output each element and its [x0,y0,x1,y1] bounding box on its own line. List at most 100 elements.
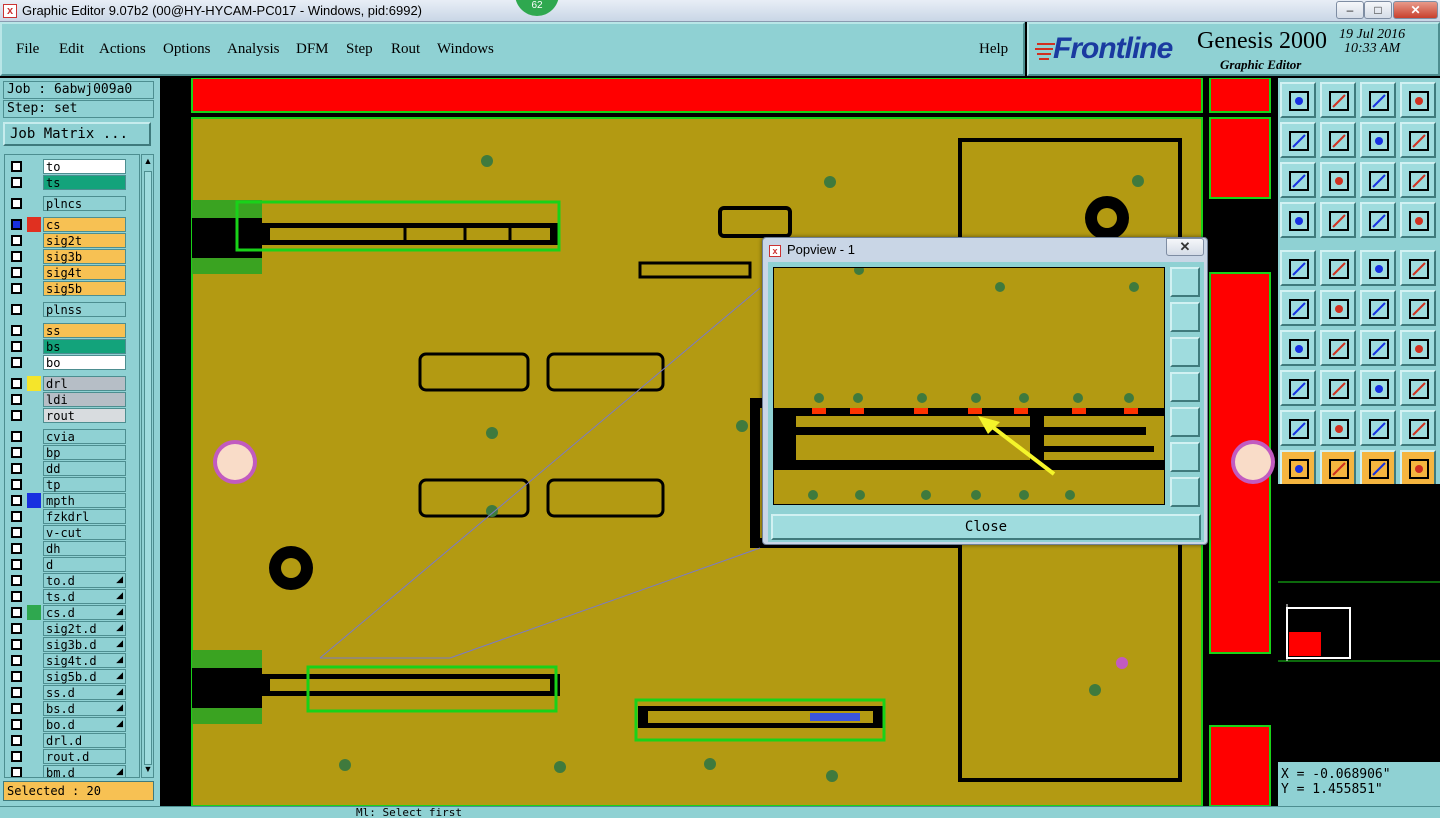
layer-name[interactable]: rout.d [43,749,126,764]
layer-row-ss[interactable]: ss [7,323,126,338]
menu-analysis[interactable]: Analysis [227,41,280,58]
layer-row-bm.d[interactable]: bm.d ◢ [7,765,126,777]
layer-swatch[interactable] [27,509,41,524]
layer-row-sig2t[interactable]: sig2t [7,233,126,248]
layer-row-to.d[interactable]: to.d ◢ [7,573,126,588]
layer-swatch[interactable] [27,265,41,280]
color-button[interactable] [1320,250,1356,286]
layer-row-bs.d[interactable]: bs.d ◢ [7,701,126,716]
layer-swatch[interactable] [27,159,41,174]
layer-name[interactable]: sig3b.d [43,637,126,652]
layer-row-cs[interactable]: cs [7,217,126,232]
rotate-button[interactable] [1400,122,1436,158]
layer-checkbox[interactable] [11,591,22,602]
select-pad-button[interactable] [1280,250,1316,286]
layer-swatch[interactable] [27,669,41,684]
layer-swatch[interactable] [27,196,41,211]
layer-swatch[interactable] [27,701,41,716]
menu-dfm[interactable]: DFM [296,41,329,58]
layer-checkbox[interactable] [11,410,22,421]
layer-row-sig5b.d[interactable]: sig5b.d ◢ [7,669,126,684]
layer-checkbox[interactable] [11,341,22,352]
layer-swatch[interactable] [27,477,41,492]
layer-name[interactable]: cs.d [43,605,126,620]
layer-name[interactable]: sig2t [43,233,126,248]
ratio-button[interactable] [1360,162,1396,198]
layer-name[interactable]: bm.d [43,765,126,777]
popview-zoom-in-button[interactable] [1170,267,1200,297]
layer-row-v-cut[interactable]: v-cut [7,525,126,540]
popview-close-x-button[interactable]: ✕ [1166,238,1204,256]
popview-center-button[interactable] [1170,477,1200,507]
ruler-button[interactable] [1360,250,1396,286]
layer-name[interactable]: fzkdrl [43,509,126,524]
menu-actions[interactable]: Actions [99,41,146,58]
popview-pan-down-button[interactable] [1170,337,1200,367]
popview-canvas[interactable] [773,267,1165,505]
layer-row-sig2t.d[interactable]: sig2t.d ◢ [7,621,126,636]
tri-a-button[interactable] [1280,410,1316,446]
layer-row-ss.d[interactable]: ss.d ◢ [7,685,126,700]
help-button[interactable] [1400,162,1436,198]
popview-fit-button[interactable] [1170,442,1200,472]
popview-close-button[interactable]: Close [771,514,1201,540]
layer-swatch[interactable] [27,281,41,296]
layer-swatch[interactable] [27,733,41,748]
layer-checkbox[interactable] [11,378,22,389]
layer-name[interactable]: sig3b [43,249,126,264]
fit-selection-button[interactable] [1320,162,1356,198]
layer-checkbox[interactable] [11,267,22,278]
popview-pan-left-button[interactable] [1170,372,1200,402]
layer-name[interactable]: dh [43,541,126,556]
notification-badge[interactable]: 62 [515,0,559,16]
layer-swatch[interactable] [27,685,41,700]
pan-left-button[interactable] [1280,122,1316,158]
layer-row-ldi[interactable]: ldi [7,392,126,407]
popview-pan-up-button[interactable] [1170,302,1200,332]
layer-row-rout[interactable]: rout [7,408,126,423]
zoom-back-button[interactable] [1320,82,1356,118]
layer-name[interactable]: ts.d [43,589,126,604]
layer-swatch[interactable] [27,589,41,604]
layer-checkbox[interactable] [11,304,22,315]
layer-row-dh[interactable]: dh [7,541,126,556]
layer-row-cs.d[interactable]: cs.d ◢ [7,605,126,620]
scroll-down-icon[interactable]: ▼ [143,764,153,776]
layer-checkbox[interactable] [11,447,22,458]
layer-swatch[interactable] [27,605,41,620]
layer-row-plncs[interactable]: plncs [7,196,126,211]
layer-name[interactable]: dd [43,461,126,476]
layer-checkbox[interactable] [11,559,22,570]
feature-b-button[interactable] [1320,370,1356,406]
arc-a-button[interactable] [1360,410,1396,446]
layer-row-sig3b.d[interactable]: sig3b.d ◢ [7,637,126,652]
layer-row-ts.d[interactable]: ts.d ◢ [7,589,126,604]
layer-checkbox[interactable] [11,325,22,336]
maximize-button[interactable]: □ [1364,1,1392,19]
layer-row-plnss[interactable]: plnss [7,302,126,317]
layer-name[interactable]: bo [43,355,126,370]
zoom-home-button[interactable] [1280,82,1316,118]
menu-windows[interactable]: Windows [437,41,494,58]
layer-name[interactable]: ss.d [43,685,126,700]
pointer-circle-button[interactable] [1360,450,1396,486]
layer-swatch[interactable] [27,573,41,588]
menu-help[interactable]: Help [979,41,1008,58]
menu-rout[interactable]: Rout [391,41,420,58]
layer-checkbox[interactable] [11,431,22,442]
layer-row-fzkdrl[interactable]: fzkdrl [7,509,126,524]
layer-checkbox[interactable] [11,719,22,730]
pan-right-button[interactable] [1320,122,1356,158]
pointer-box-button[interactable] [1320,450,1356,486]
layer-name[interactable]: sig4t.d [43,653,126,668]
layer-swatch[interactable] [27,249,41,264]
menu-options[interactable]: Options [163,41,211,58]
layer-row-mpth[interactable]: mpth [7,493,126,508]
line-b-button[interactable] [1400,290,1436,326]
layer-swatch[interactable] [27,541,41,556]
layer-checkbox[interactable] [11,655,22,666]
layer-name[interactable]: drl [43,376,126,391]
group-button[interactable] [1400,370,1436,406]
layer-name[interactable]: bp [43,445,126,460]
layer-b-button[interactable] [1400,202,1436,238]
